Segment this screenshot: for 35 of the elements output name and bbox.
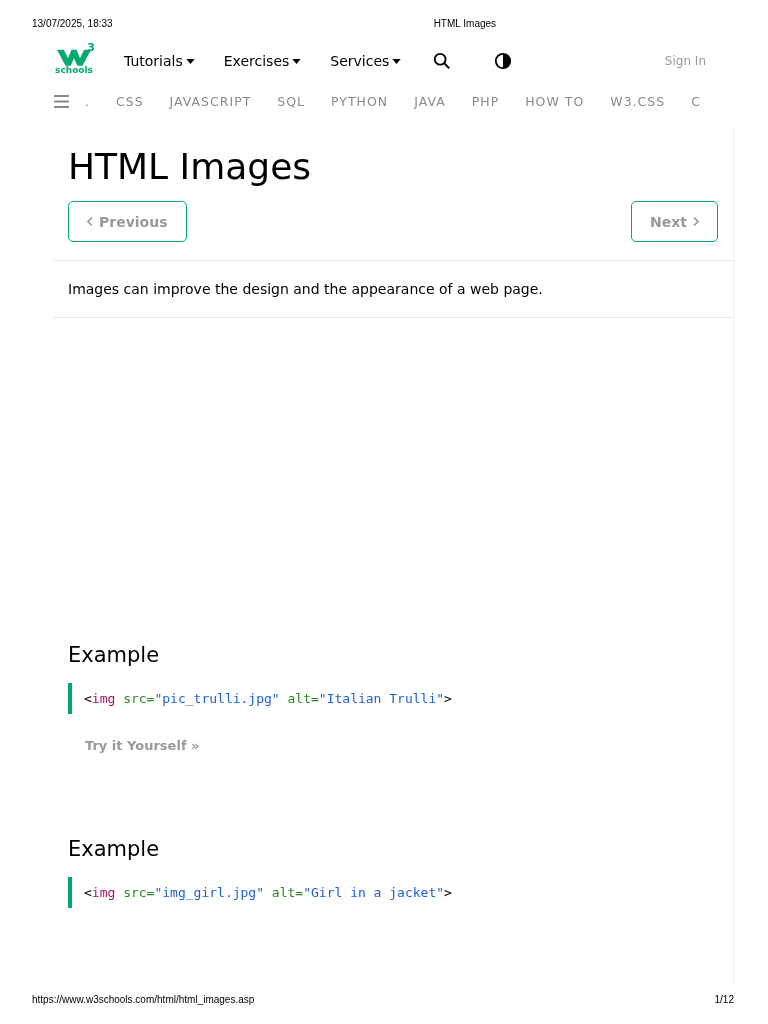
try-it-link[interactable]: Try it Yourself » (85, 738, 200, 753)
topic-link[interactable]: C (691, 93, 701, 109)
nav-menu[interactable]: Services (330, 53, 402, 69)
page-number: 1/12 (714, 994, 734, 1005)
print-date: 13/07/2025, 18:33 (32, 17, 113, 29)
page-title: HTML Images (68, 146, 313, 187)
nav-menu[interactable]: Exercises (223, 53, 302, 69)
menu-icon[interactable] (54, 94, 69, 108)
chevron-right-icon (693, 216, 699, 227)
contrast-icon[interactable] (494, 52, 513, 70)
next-button[interactable]: Next (631, 201, 718, 242)
print-url: https://www.w3schools.com/html/html_images.asp (32, 994, 255, 1005)
intro-text: Images can improve the design and the appearance of a web page. (67, 280, 544, 299)
code-block: <img src="img_girl.jpg" alt="Girl in a jacket"> (68, 877, 718, 908)
example-heading: Example (68, 837, 161, 861)
caret-icon (185, 58, 195, 64)
topic-link[interactable]: . (85, 93, 90, 109)
chevron-left-icon (87, 216, 93, 227)
code-block: <img src="pic_trulli.jpg" alt="Italian Trulli"> (68, 683, 718, 714)
previous-button[interactable]: Previous (68, 201, 187, 242)
caret-icon (392, 58, 402, 64)
topic-link[interactable]: PHP (471, 93, 500, 109)
topic-link[interactable]: W3.CSS (610, 93, 666, 109)
example-heading: Example (68, 643, 161, 667)
topic-link[interactable]: JAVA (414, 93, 446, 109)
topic-link[interactable]: PYTHON (331, 93, 389, 109)
print-title: HTML Images (433, 17, 497, 29)
caret-icon (292, 58, 302, 64)
nav-menu[interactable]: Tutorials (124, 53, 195, 69)
topic-link[interactable]: HOW TO (525, 93, 585, 109)
topic-link[interactable]: JAVASCRIPT (169, 93, 252, 109)
topic-link[interactable]: CSS (116, 93, 144, 109)
topic-link[interactable]: SQL (277, 93, 306, 109)
search-icon[interactable] (433, 52, 452, 70)
sign-in-link[interactable]: Sign In (664, 54, 706, 68)
